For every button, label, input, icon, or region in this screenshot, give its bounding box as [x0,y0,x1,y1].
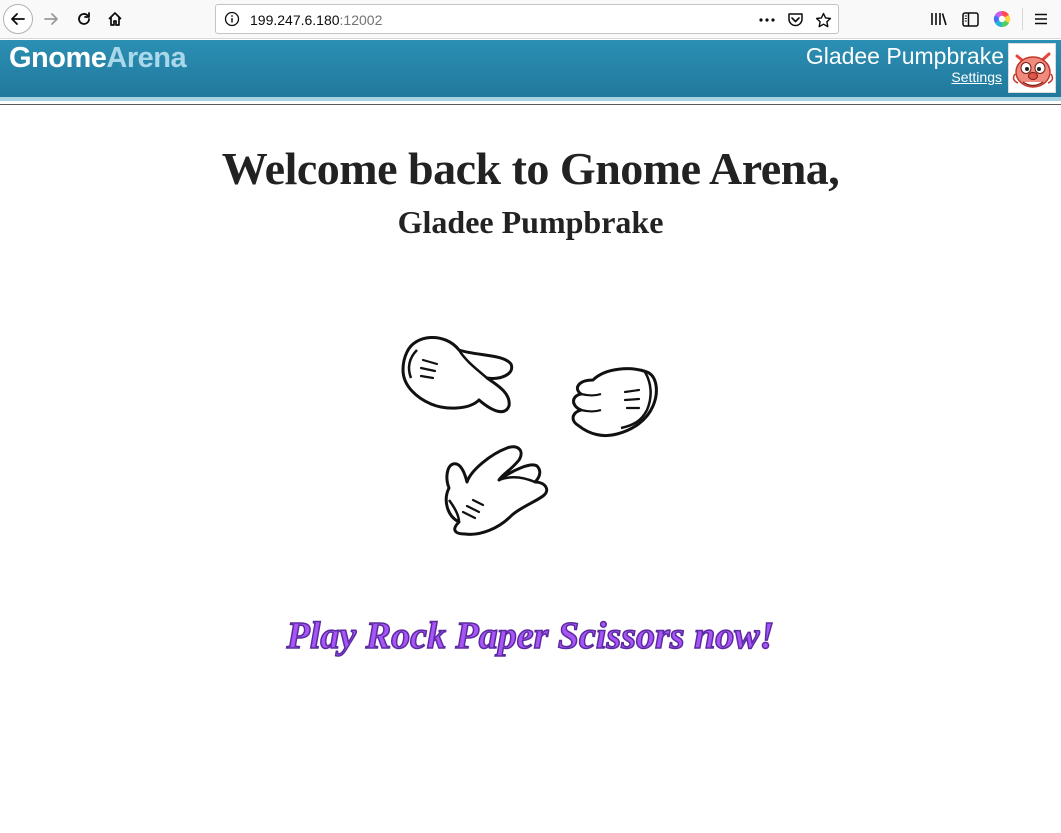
avatar[interactable] [1008,43,1056,93]
url-bar[interactable]: 199.247.6.180:12002 [215,4,839,34]
more-icon [759,18,775,22]
settings-link[interactable]: Settings [951,69,1002,85]
url-host: 199.247.6.180 [250,12,340,28]
header-divider [0,104,1061,105]
scissors-hand-icon [401,336,514,414]
home-button[interactable] [100,4,130,34]
hamburger-menu-icon [1035,13,1047,25]
logo-part2: Arena [106,42,187,74]
back-icon [11,13,25,25]
page-actions-button[interactable] [758,11,776,29]
sidebar-icon [961,11,979,27]
rock-paper-scissors-illustration [401,336,658,536]
toolbar-separator [1022,8,1023,30]
gnome-avatar-icon [1012,52,1054,88]
library-button[interactable] [929,9,949,29]
welcome-user-name: Gladee Pumpbrake [397,204,664,240]
forward-icon [44,13,58,25]
pocket-button[interactable] [786,11,804,29]
forward-button[interactable] [36,4,66,34]
color-wheel-icon [993,10,1011,28]
bookmark-button[interactable] [814,11,832,29]
browser-toolbar: 199.247.6.180:12002 [0,0,1061,39]
pocket-icon [787,13,803,27]
url-port: :12002 [339,12,383,28]
header-user-name: Gladee Pumpbrake [805,43,1004,69]
welcome-heading: Welcome back to Gnome Arena, [221,143,840,194]
home-icon [108,12,122,26]
site-logo[interactable]: GnomeArena [9,42,187,75]
site-header: GnomeArena Gladee Pumpbrake Settings [0,40,1061,101]
bookmark-star-icon [815,12,831,27]
paper-hand-icon [444,445,549,536]
url-text[interactable]: 199.247.6.180:12002 [250,12,382,28]
color-extension-button[interactable] [992,9,1012,29]
rock-hand-icon [571,367,658,438]
library-icon [931,13,947,26]
sidebar-button[interactable] [960,9,980,29]
reload-button[interactable] [69,4,99,34]
reload-icon [78,12,90,25]
play-rock-paper-scissors-link[interactable]: Play Rock Paper Scissors now! [0,614,1061,658]
info-icon[interactable] [224,11,240,27]
back-button[interactable] [3,4,33,34]
logo-part1: Gnome [9,42,107,74]
menu-button[interactable] [1031,9,1051,29]
